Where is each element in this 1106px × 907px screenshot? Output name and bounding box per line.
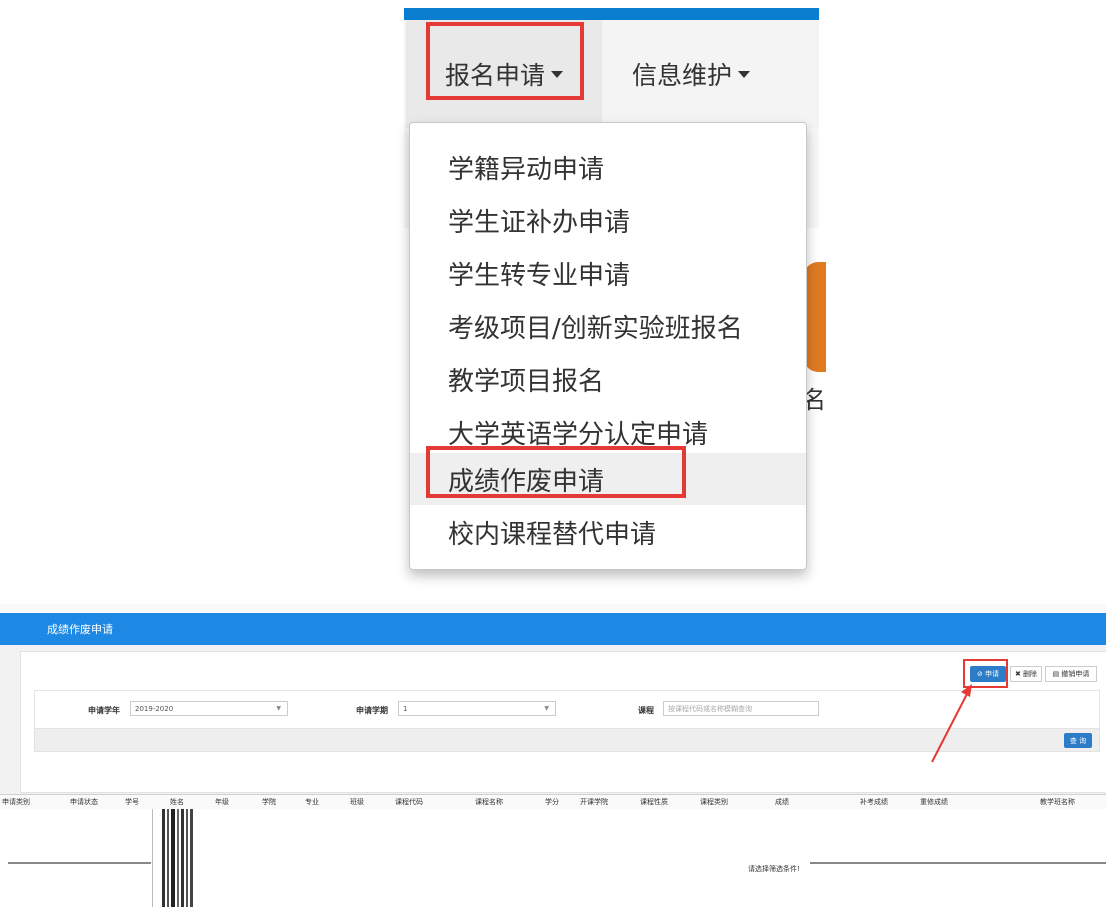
col-header: 班级 bbox=[350, 798, 364, 806]
col-header: 专业 bbox=[305, 798, 319, 806]
col-header: 开课学院 bbox=[580, 798, 608, 806]
col-header: 学号 bbox=[125, 798, 139, 806]
menu-item-major-transfer[interactable]: 学生转专业申请 bbox=[410, 247, 806, 299]
menu-item-status-change[interactable]: 学籍异动申请 bbox=[410, 141, 806, 193]
highlight-box-menu bbox=[426, 446, 686, 498]
caret-down-icon bbox=[738, 70, 751, 78]
col-header: 申请状态 bbox=[70, 798, 98, 806]
col-header: 成绩 bbox=[775, 798, 789, 806]
menu-item-student-card[interactable]: 学生证补办申请 bbox=[410, 194, 806, 246]
menu-item-label: 学生转专业申请 bbox=[448, 260, 631, 291]
grid-scroll-line bbox=[8, 862, 151, 864]
navbar-zoom: 名 报名申请 信息维护 学籍异动申请 学生证补办申请 学生转专业申请 考级项目/… bbox=[404, 8, 826, 584]
col-header: 学分 bbox=[545, 798, 559, 806]
col-header: 学院 bbox=[262, 798, 276, 806]
col-header: 课程名称 bbox=[475, 798, 503, 806]
col-header: 补考成绩 bbox=[860, 798, 888, 806]
navbar-top-strip bbox=[404, 8, 819, 20]
menu-item-label: 教学项目报名 bbox=[448, 366, 605, 397]
col-header: 年级 bbox=[215, 798, 229, 806]
grid-header: 申请类别 申请状态 学号 姓名 年级 学院 专业 班级 课程代码 课程名称 学分… bbox=[0, 794, 1106, 810]
grid-scroll-line bbox=[810, 862, 1106, 864]
col-header: 课程代码 bbox=[395, 798, 423, 806]
menu-item-course-substitute[interactable]: 校内课程替代申请 bbox=[410, 506, 806, 558]
col-header: 重修成绩 bbox=[920, 798, 948, 806]
menu-item-label: 考级项目/创新实验班报名 bbox=[448, 313, 743, 344]
render-artifact-columns bbox=[162, 809, 193, 907]
menu-item-label: 校内课程替代申请 bbox=[448, 519, 657, 550]
menu-item-label: 学籍异动申请 bbox=[448, 154, 605, 185]
nav-menu-info[interactable]: 信息维护 bbox=[632, 20, 751, 128]
col-header: 教学班名称 bbox=[1040, 798, 1075, 806]
grade-void-page: 成绩作废申请 ⊘ 申请 ✖ 删除 ▤ 撤销申请 申请学年 2019-2020 ▼… bbox=[0, 604, 1106, 907]
apply-dropdown-menu: 学籍异动申请 学生证补办申请 学生转专业申请 考级项目/创新实验班报名 教学项目… bbox=[409, 122, 807, 570]
menu-item-label: 大学英语学分认定申请 bbox=[448, 419, 709, 450]
col-header: 申请类别 bbox=[2, 798, 30, 806]
col-header: 姓名 bbox=[170, 798, 184, 806]
partial-orange-icon bbox=[804, 262, 826, 372]
empty-message: 请选择筛选条件! bbox=[748, 865, 800, 873]
menu-item-label: 学生证补办申请 bbox=[448, 207, 631, 238]
menu-item-exam-signup[interactable]: 考级项目/创新实验班报名 bbox=[410, 300, 806, 352]
grid-divider bbox=[152, 809, 153, 907]
col-header: 课程性质 bbox=[640, 798, 668, 806]
nav-menu-info-label: 信息维护 bbox=[632, 61, 733, 90]
col-header: 课程类别 bbox=[700, 798, 728, 806]
highlight-box-nav bbox=[426, 22, 584, 100]
menu-item-teaching-project[interactable]: 教学项目报名 bbox=[410, 353, 806, 405]
